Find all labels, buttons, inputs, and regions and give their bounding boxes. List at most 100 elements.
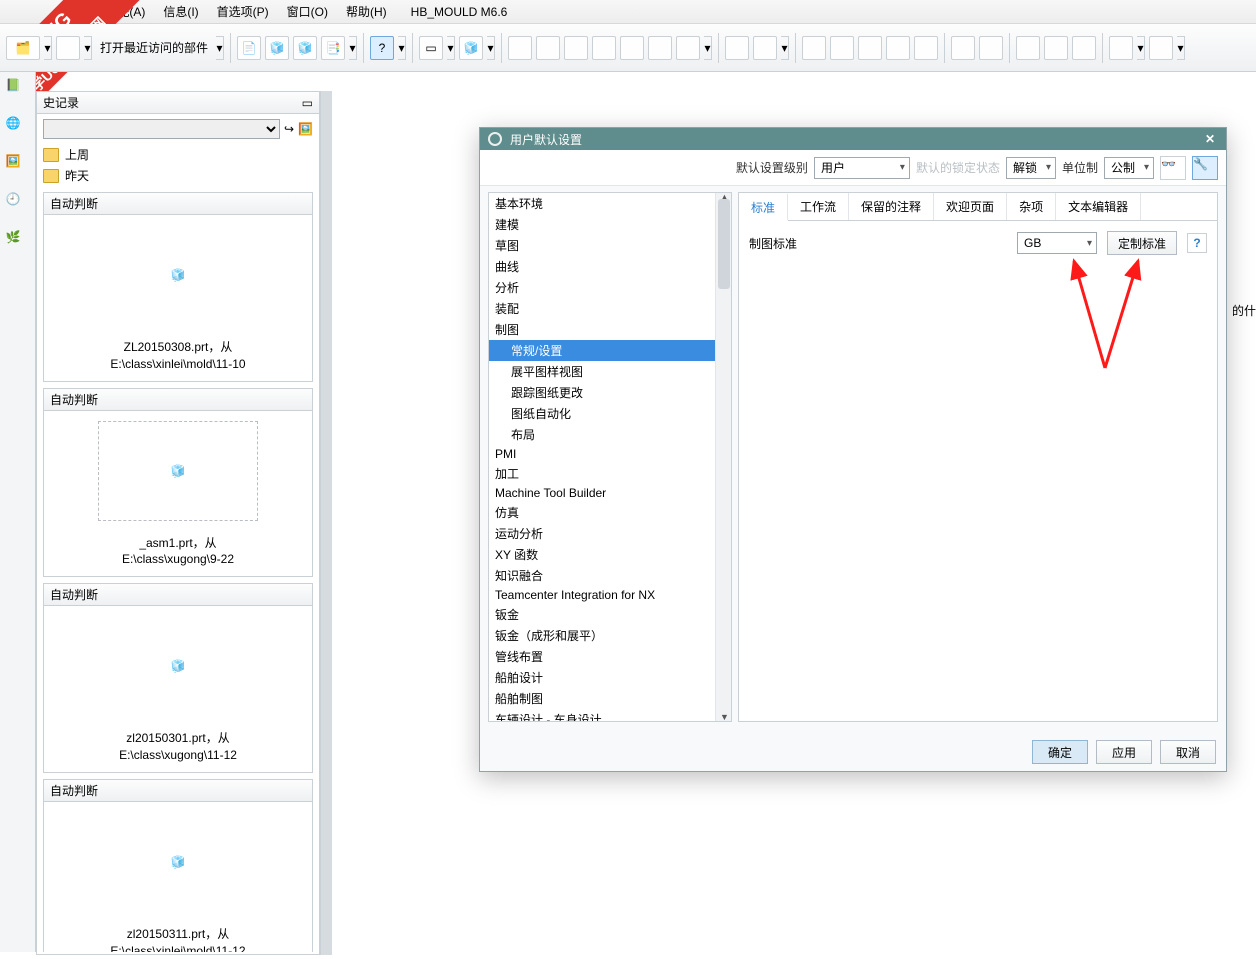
dropdown-arrow-icon[interactable]: ▾ (447, 36, 455, 60)
menu-item[interactable]: 首选项(P) (213, 1, 273, 22)
tree-item[interactable]: 草图 (489, 235, 715, 256)
toolbar-icon[interactable] (914, 36, 938, 60)
toolbar-icon[interactable] (1149, 36, 1173, 60)
tree-item[interactable]: 装配 (489, 298, 715, 319)
refresh-icon[interactable]: ↪ (284, 122, 294, 136)
toolbar-icon[interactable] (592, 36, 616, 60)
toolbar-icon[interactable] (1109, 36, 1133, 60)
tree-item[interactable]: 基本环境 (489, 193, 715, 214)
history-card[interactable]: 自动判断🧊zl20150301.prt，从E:\class\xugong\11-… (43, 583, 313, 773)
dialog-titlebar[interactable]: 用户默认设置 ✕ (480, 128, 1226, 150)
tree-item[interactable]: 建模 (489, 214, 715, 235)
nav-icon[interactable]: 🖼️ (6, 154, 30, 178)
toolbar-icon[interactable] (1044, 36, 1068, 60)
tab[interactable]: 标准 (739, 194, 788, 221)
lock-combo[interactable]: 解锁 (1006, 157, 1056, 179)
tree-item[interactable]: Machine Tool Builder (489, 484, 715, 502)
tab[interactable]: 杂项 (1007, 193, 1056, 220)
toolbar-icon[interactable]: 🧊 (293, 36, 317, 60)
tree-item[interactable]: PMI (489, 445, 715, 463)
tree-item[interactable]: 管线布置 (489, 646, 715, 667)
close-icon[interactable]: ✕ (1202, 131, 1218, 147)
history-card[interactable]: 自动判断🧊_asm1.prt，从E:\class\xugong\9-22 (43, 388, 313, 578)
maximize-icon[interactable]: ▭ (302, 96, 313, 110)
toolbar-icon[interactable] (536, 36, 560, 60)
apply-button[interactable]: 应用 (1096, 740, 1152, 764)
tree-item[interactable]: 运动分析 (489, 523, 715, 544)
toolbar-icon[interactable] (564, 36, 588, 60)
menu-item[interactable]: 具(I) (60, 1, 91, 22)
clock-icon[interactable]: 🕘 (6, 192, 30, 216)
scroll-thumb[interactable] (718, 199, 730, 289)
toolbar-icon[interactable] (979, 36, 1003, 60)
toolbar-icon[interactable]: 🧊 (459, 36, 483, 60)
tree-item[interactable]: 分析 (489, 277, 715, 298)
dropdown-arrow-icon[interactable]: ▾ (84, 36, 92, 60)
tree-item[interactable]: 展平图样视图 (489, 361, 715, 382)
toolbar-icon[interactable] (886, 36, 910, 60)
toolbar-icon[interactable] (620, 36, 644, 60)
toolbar-icon[interactable] (830, 36, 854, 60)
tree-item[interactable]: 制图 (489, 319, 715, 340)
recent-parts-label[interactable]: 打开最近访问的部件 (96, 39, 212, 56)
history-search-combo[interactable] (43, 119, 280, 139)
menu-item[interactable]: 装配(A) (101, 1, 149, 22)
tree-item[interactable]: 图纸自动化 (489, 403, 715, 424)
tree-item[interactable]: 加工 (489, 463, 715, 484)
tree-item[interactable]: 钣金 (489, 604, 715, 625)
toolbar-icon[interactable] (802, 36, 826, 60)
ok-button[interactable]: 确定 (1032, 740, 1088, 764)
tree-item[interactable]: 知识融合 (489, 565, 715, 586)
scroll-down-icon[interactable]: ▼ (720, 712, 729, 722)
tree-item[interactable]: 车辆设计 - 车身设计 (489, 709, 715, 721)
history-card[interactable]: 自动判断🧊zl20150311.prt，从E:\class\xinlei\mol… (43, 779, 313, 952)
toolbar-icon[interactable]: 📄 (237, 36, 261, 60)
toolbar-icon[interactable]: 👓 (1160, 156, 1186, 180)
tab[interactable]: 欢迎页面 (934, 193, 1007, 220)
tree-item[interactable]: 仿真 (489, 502, 715, 523)
tree-item[interactable]: 曲线 (489, 256, 715, 277)
toolbar-icon[interactable]: 🧊 (265, 36, 289, 60)
history-card[interactable]: 自动判断🧊ZL20150308.prt，从E:\class\xinlei\mol… (43, 192, 313, 382)
toolbar-icon[interactable]: 🗂️ (6, 36, 40, 60)
standard-combo[interactable]: GB (1017, 232, 1097, 254)
tab[interactable]: 工作流 (788, 193, 849, 220)
toolbar-icon[interactable] (951, 36, 975, 60)
unit-combo[interactable]: 公制 (1104, 157, 1154, 179)
toolbar-icon[interactable] (648, 36, 672, 60)
nav-icon[interactable]: 📗 (6, 78, 30, 102)
dropdown-arrow-icon[interactable]: ▾ (704, 36, 712, 60)
cancel-button[interactable]: 取消 (1160, 740, 1216, 764)
tree-item[interactable]: 钣金（成形和展平） (489, 625, 715, 646)
toolbar-icon[interactable] (753, 36, 777, 60)
tree-scrollbar[interactable]: ▲ ▼ (715, 193, 731, 721)
tree-item[interactable]: 船舶制图 (489, 688, 715, 709)
tree-item[interactable]: 布局 (489, 424, 715, 445)
nav-icon[interactable]: 🌿 (6, 230, 30, 254)
tree-list[interactable]: 基本环境建模草图曲线分析装配制图常规/设置展平图样视图跟踪图纸更改图纸自动化布局… (489, 193, 715, 721)
toolbar-icon[interactable] (56, 36, 80, 60)
dropdown-arrow-icon[interactable]: ▾ (349, 36, 357, 60)
menu-item[interactable]: 帮助(H) (342, 1, 391, 22)
tree-item[interactable]: XY 函数 (489, 544, 715, 565)
toolbar-icon[interactable] (676, 36, 700, 60)
dropdown-arrow-icon[interactable]: ▾ (1137, 36, 1145, 60)
tree-item[interactable]: 常规/设置 (489, 340, 715, 361)
nav-icon[interactable]: 🌐 (6, 116, 30, 140)
dropdown-arrow-icon[interactable]: ▾ (398, 36, 406, 60)
toolbar-icon[interactable] (508, 36, 532, 60)
toolbar-icon[interactable]: 📑 (321, 36, 345, 60)
folder-row[interactable]: 上周 (43, 144, 313, 165)
tab[interactable]: 文本编辑器 (1056, 193, 1141, 220)
custom-standard-button[interactable]: 定制标准 (1107, 231, 1177, 255)
tree-item[interactable]: Teamcenter Integration for NX (489, 586, 715, 604)
dropdown-arrow-icon[interactable]: ▾ (1177, 36, 1185, 60)
toolbar-icon[interactable]: 🔧 (1192, 156, 1218, 180)
folder-row[interactable]: 昨天 (43, 165, 313, 186)
help-icon[interactable]: ? (1187, 233, 1207, 253)
toolbar-icon[interactable] (1072, 36, 1096, 60)
dropdown-arrow-icon[interactable]: ▾ (487, 36, 495, 60)
toolbar-icon[interactable] (1016, 36, 1040, 60)
toolbar-icon[interactable] (725, 36, 749, 60)
toolbar-icon[interactable]: ▭ (419, 36, 443, 60)
